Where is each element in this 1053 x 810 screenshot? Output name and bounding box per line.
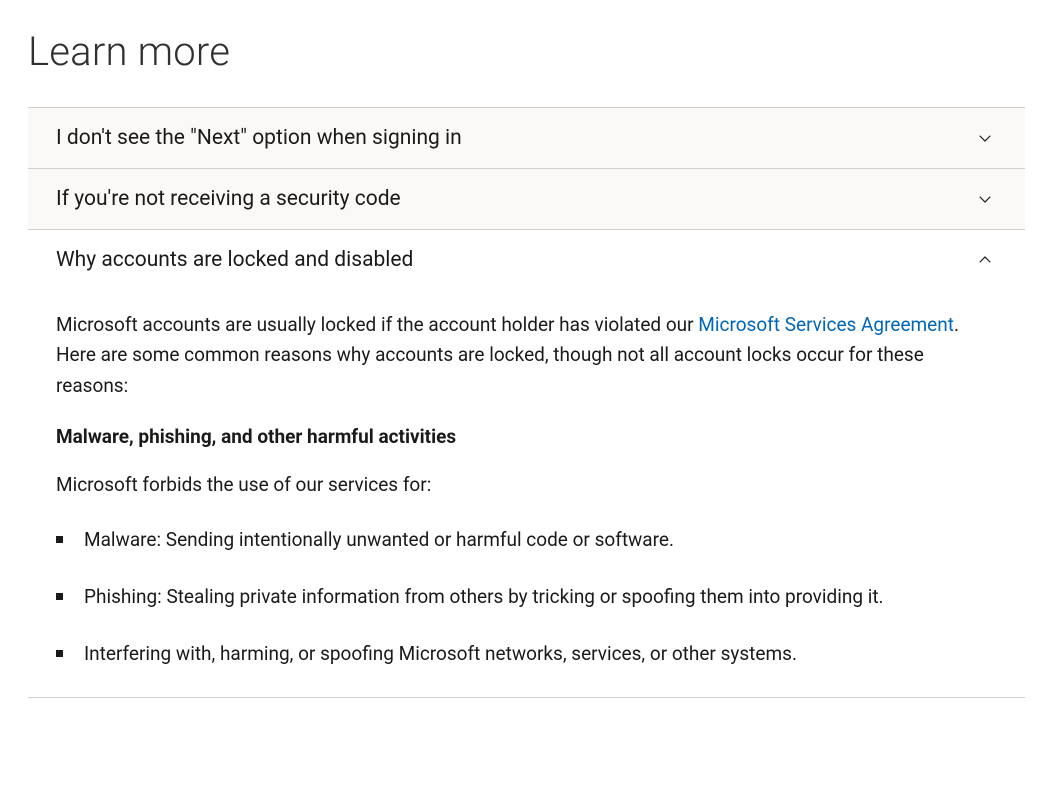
accordion-header-next-option[interactable]: I don't see the "Next" option when signi… bbox=[28, 108, 1025, 168]
list-item: Phishing: Stealing private information f… bbox=[56, 582, 997, 611]
accordion-title: Why accounts are locked and disabled bbox=[56, 248, 413, 272]
accordion-item-security-code: If you're not receiving a security code bbox=[28, 169, 1025, 230]
chevron-down-icon bbox=[973, 126, 997, 150]
accordion-item-next-option: I don't see the "Next" option when signi… bbox=[28, 108, 1025, 169]
intro-text-pre: Microsoft accounts are usually locked if… bbox=[56, 313, 698, 336]
accordion: I don't see the "Next" option when signi… bbox=[28, 107, 1025, 698]
services-agreement-link[interactable]: Microsoft Services Agreement bbox=[698, 313, 954, 336]
accordion-header-security-code[interactable]: If you're not receiving a security code bbox=[28, 169, 1025, 229]
forbidden-activities-list: Malware: Sending intentionally unwanted … bbox=[56, 525, 997, 669]
list-item: Malware: Sending intentionally unwanted … bbox=[56, 525, 997, 554]
list-item: Interfering with, harming, or spoofing M… bbox=[56, 639, 997, 668]
intro-paragraph: Microsoft accounts are usually locked if… bbox=[56, 310, 997, 401]
accordion-content-locked-disabled: Microsoft accounts are usually locked if… bbox=[28, 290, 1025, 669]
forbids-paragraph: Microsoft forbids the use of our service… bbox=[56, 470, 997, 500]
page-title: Learn more bbox=[28, 28, 1025, 75]
accordion-header-locked-disabled[interactable]: Why accounts are locked and disabled bbox=[28, 230, 1025, 290]
accordion-title: I don't see the "Next" option when signi… bbox=[56, 126, 462, 150]
chevron-up-icon bbox=[973, 248, 997, 272]
accordion-title: If you're not receiving a security code bbox=[56, 187, 401, 211]
chevron-down-icon bbox=[973, 187, 997, 211]
subhead-malware-phishing: Malware, phishing, and other harmful act… bbox=[56, 425, 997, 448]
accordion-item-locked-disabled: Why accounts are locked and disabled Mic… bbox=[28, 230, 1025, 698]
